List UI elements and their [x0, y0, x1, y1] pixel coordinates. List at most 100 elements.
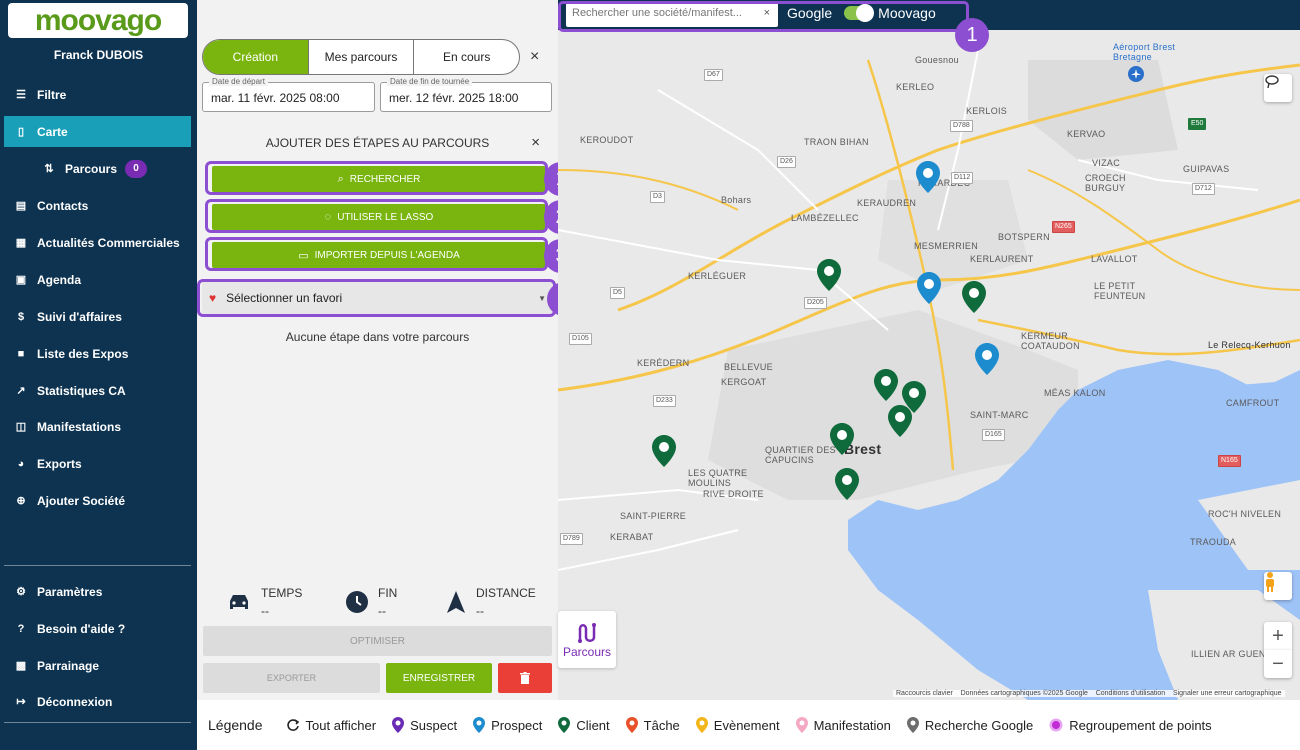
sidebar-divider [4, 565, 191, 566]
client-pin[interactable] [652, 435, 676, 467]
stat-time: TEMPS -- [227, 586, 302, 618]
attribution-report[interactable]: Signaler une erreur cartographique [1173, 690, 1282, 697]
sidebar-item-deconnexion[interactable]: ↦ Déconnexion [4, 686, 191, 717]
optimize-button[interactable]: OPTIMISER [203, 626, 552, 656]
lasso-icon [1265, 75, 1279, 89]
stat-end: FIN -- [345, 586, 397, 618]
sidebar-item-label: Agenda [37, 272, 82, 287]
map-place-label: BOTSPERN [998, 232, 1050, 242]
empty-steps-text: Aucune étape dans votre parcours [285, 330, 470, 344]
road-shield: D165 [982, 429, 1005, 441]
map-legend: Légende Tout afficher Suspect Prospect C… [197, 700, 1300, 750]
sidebar-item-stats[interactable]: ↗ Statistiques CA [4, 375, 191, 406]
map-place-label: MESMERRIEN [914, 241, 979, 251]
sidebar-item-label: Actualités Commerciales [37, 235, 180, 250]
prospect-pin[interactable] [917, 272, 941, 304]
road-shield: D105 [569, 333, 592, 345]
save-button[interactable]: ENREGISTRER [386, 663, 492, 693]
map-place-label: GUIPAVAS [1183, 164, 1230, 174]
client-pin[interactable] [962, 281, 986, 313]
legend-label: Client [576, 717, 610, 733]
end-value: -- [378, 604, 386, 618]
end-date-field[interactable]: Date de fin de tournée mer. 12 févr. 202… [380, 77, 552, 112]
attribution-terms[interactable]: Conditions d'utilisation [1096, 690, 1165, 697]
callout-highlight-2 [205, 199, 548, 233]
user-name: Franck DUBOIS [53, 48, 144, 62]
sidebar-item-actualites[interactable]: ▦ Actualités Commerciales [4, 227, 191, 258]
map-icon: ▯ [17, 126, 25, 138]
legend-item-client[interactable]: Client [558, 717, 610, 733]
sidebar-item-carte[interactable]: ▯ Carte [4, 116, 191, 147]
client-pin[interactable] [874, 369, 898, 401]
prospect-pin[interactable] [916, 161, 940, 193]
sidebar-item-label: Parcours [65, 161, 118, 176]
zoom-in-button[interactable]: + [1264, 622, 1292, 650]
parcours-count-badge: 0 [125, 159, 148, 178]
map-place-label: KERLOIS [966, 106, 1008, 116]
callout-highlight-4 [197, 279, 556, 317]
cluster-icon [1049, 718, 1063, 732]
road-shield: E50 [1188, 118, 1207, 130]
sidebar-item-ajouter-societe[interactable]: ⊕ Ajouter Société [4, 485, 191, 516]
sidebar-item-exports[interactable]: ◕ Exports [4, 448, 191, 479]
sidebar-item-parcours[interactable]: ⇅ Parcours 0 [4, 153, 191, 184]
start-date-field[interactable]: Date de départ mar. 11 févr. 2025 08:00 [202, 77, 375, 112]
sidebar-item-parametres[interactable]: ⚙ Paramètres [4, 576, 191, 607]
tab-en-cours[interactable]: En cours [414, 40, 519, 74]
sidebar-item-agenda[interactable]: ▣ Agenda [4, 264, 191, 295]
callout-highlight-3 [205, 237, 548, 271]
legend-item-tout[interactable]: Tout afficher [286, 718, 376, 733]
legend-item-prospect[interactable]: Prospect [473, 717, 542, 733]
client-pin[interactable] [830, 423, 854, 455]
sidebar-item-label: Besoin d'aide ? [37, 621, 126, 636]
parcours-floating-button[interactable]: Parcours [558, 611, 616, 668]
map-place-label: Bohars [721, 195, 752, 205]
sidebar-item-suivi[interactable]: $ Suivi d'affaires [4, 301, 191, 332]
street-view-button[interactable] [1264, 572, 1292, 600]
client-pin[interactable] [835, 468, 859, 500]
tab-mes-parcours[interactable]: Mes parcours [309, 40, 415, 74]
distance-value: -- [476, 604, 484, 618]
sidebar-item-label: Carte [37, 124, 68, 139]
end-label: FIN [378, 586, 398, 600]
client-pin[interactable] [817, 259, 841, 291]
map-place-label: KEROUDOT [580, 135, 634, 145]
road-shield: D5 [610, 287, 625, 299]
callout-highlight-map-1 [558, 1, 969, 32]
legend-item-tache[interactable]: Tâche [625, 717, 680, 733]
map-place-label: ROC'H NIVELEN [1208, 509, 1282, 519]
sidebar-item-label: Suivi d'affaires [37, 309, 122, 324]
sidebar-item-parrainage[interactable]: ▩ Parrainage [4, 650, 191, 681]
logo[interactable]: moovago [8, 3, 188, 38]
client-pin[interactable] [888, 405, 912, 437]
filter-icon: ☰ [16, 89, 26, 101]
lasso-tool-button[interactable] [1264, 74, 1292, 102]
map-place-label: TRAON BIHAN [804, 137, 869, 147]
export-button[interactable]: EXPORTER [203, 663, 380, 693]
prospect-pin-icon [473, 717, 486, 733]
sidebar-item-filtre[interactable]: ☰ Filtre [4, 79, 191, 110]
map-place-label: Aéroport Brest Bretagne [1113, 42, 1176, 62]
sidebar: moovago Franck DUBOIS ☰ Filtre ▯ Carte ⇅ Pa… [0, 0, 197, 750]
close-icon[interactable]: × [530, 48, 539, 66]
tab-creation[interactable]: Création [203, 40, 309, 74]
sidebar-item-contacts[interactable]: ▤ Contacts [4, 190, 191, 221]
road-shield: D112 [951, 172, 974, 184]
legend-item-suspect[interactable]: Suspect [392, 717, 457, 733]
legend-item-google[interactable]: Recherche Google [906, 717, 1033, 733]
sidebar-item-expos[interactable]: ■ Liste des Expos [4, 338, 191, 369]
sidebar-item-aide[interactable]: ? Besoin d'aide ? [4, 613, 191, 644]
map-view[interactable]: Gouesnou Aéroport Brest Bretagne KERLEO … [558, 30, 1300, 700]
suspect-pin-icon [392, 717, 405, 733]
road-shield: D3 [650, 191, 665, 203]
zoom-out-button[interactable]: − [1264, 650, 1292, 678]
prospect-pin[interactable] [975, 343, 999, 375]
attribution-shortcuts[interactable]: Raccourcis clavier [896, 690, 953, 697]
delete-button[interactable] [498, 663, 552, 693]
legend-item-manifestation[interactable]: Manifestation [795, 717, 891, 733]
legend-item-regroupement[interactable]: Regroupement de points [1049, 718, 1212, 733]
sidebar-item-manifestations[interactable]: ◫ Manifestations [4, 411, 191, 442]
legend-item-evenement[interactable]: Evènement [695, 717, 780, 733]
legend-title: Légende [208, 717, 263, 733]
close-steps-icon[interactable]: × [531, 134, 540, 151]
